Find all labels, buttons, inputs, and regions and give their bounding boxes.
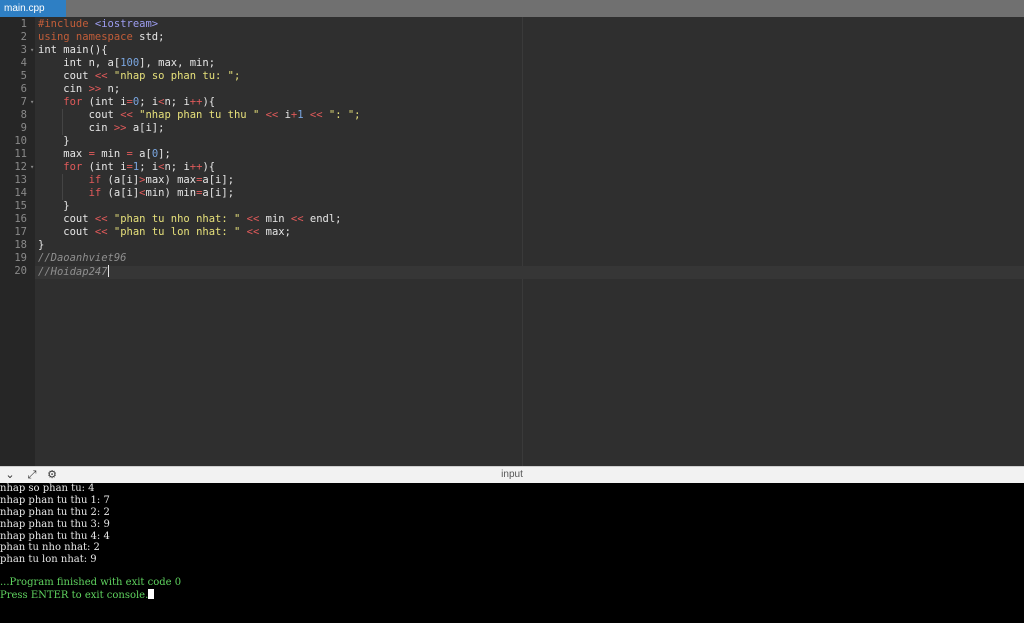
line-number: 20 — [14, 265, 27, 277]
code-line-11: max = min = a[0]; — [38, 148, 171, 160]
code-line-12: for (int i=1; i<n; i++){ — [63, 161, 216, 173]
text-cursor — [107, 265, 109, 277]
code-line-7: for (int i=0; i<n; i++){ — [63, 96, 216, 108]
tab-bar: main.cpp — [0, 0, 1024, 17]
fold-toggle-icon[interactable]: ▾ — [30, 96, 34, 109]
line-number: 1 — [20, 18, 27, 30]
code-line-5: cout << "nhap so phan tu: "; — [38, 70, 241, 82]
console-line: nhap phan tu thu 1: 7 — [0, 495, 110, 506]
code-line-1: #include <iostream> — [38, 18, 159, 30]
line-number: 4 — [20, 57, 27, 69]
line-number: 12 — [14, 161, 27, 173]
code-line-3: int main(){ — [38, 44, 108, 56]
line-number: 14 — [14, 187, 27, 199]
line-number: 3 — [20, 44, 27, 56]
console-exit-prompt: Press ENTER to exit console. — [0, 589, 155, 602]
io-panel-header: ⌄ ⤢ ⚙ input — [0, 466, 1024, 483]
console-line: nhap so phan tu: 4 — [0, 483, 95, 494]
console-line: phan tu lon nhat: 9 — [0, 554, 97, 565]
line-number: 17 — [14, 226, 27, 238]
code-line-17: cout << "phan tu lon nhat: " << max; — [38, 226, 291, 238]
fold-toggle-icon[interactable]: ▾ — [30, 44, 34, 57]
console-line: nhap phan tu thu 3: 9 — [0, 519, 110, 530]
line-number-gutter: 1 2 3 4 5 6 7 8 9 10 11 12 13 14 15 16 1… — [0, 17, 35, 466]
console-output[interactable]: nhap so phan tu: 4 nhap phan tu thu 1: 7… — [0, 483, 1024, 623]
code-line-16: cout << "phan tu nho nhat: " << min << e… — [38, 213, 342, 225]
line-number: 15 — [14, 200, 27, 212]
line-number: 16 — [14, 213, 27, 225]
line-number: 9 — [20, 122, 27, 134]
console-cursor — [148, 589, 155, 599]
io-panel-title: input — [501, 469, 523, 480]
code-line-14: if (a[i]<min) min=a[i]; — [88, 187, 235, 199]
line-number: 8 — [20, 109, 27, 121]
line-number: 19 — [14, 252, 27, 264]
fold-toggle-icon[interactable]: ▾ — [30, 161, 34, 174]
line-number: 13 — [14, 174, 27, 186]
active-line-highlight — [35, 266, 1024, 279]
code-line-19: //Daoanhviet96 — [38, 252, 127, 264]
line-number: 7 — [20, 96, 27, 108]
code-line-13: if (a[i]>max) max=a[i]; — [88, 174, 235, 186]
code-line-2: using namespace std; — [38, 31, 165, 43]
line-number: 11 — [14, 148, 27, 160]
console-finish-message: ...Program finished with exit code 0 — [0, 577, 182, 588]
line-number: 5 — [20, 70, 27, 82]
console-line: nhap phan tu thu 2: 2 — [0, 507, 110, 518]
console-line: phan tu nho nhat: 2 — [0, 542, 100, 553]
line-number: 6 — [20, 83, 27, 95]
code-line-10: } — [38, 135, 70, 147]
print-margin — [522, 17, 523, 466]
line-number: 2 — [20, 31, 27, 43]
code-editor[interactable]: 1 2 3 4 5 6 7 8 9 10 11 12 13 14 15 16 1… — [0, 17, 1024, 466]
code-line-18: } — [38, 239, 45, 251]
line-number: 18 — [14, 239, 27, 251]
code-line-6: cin >> n; — [38, 83, 121, 95]
code-line-15: } — [38, 200, 70, 212]
code-line-20: //Hoidap247 — [38, 265, 109, 278]
tab-main-cpp[interactable]: main.cpp — [0, 0, 66, 17]
code-line-8: cout << "nhap phan tu thu " << i+1 << ":… — [38, 109, 361, 121]
line-number: 10 — [14, 135, 27, 147]
code-line-4: int n, a[100], max, min; — [38, 57, 216, 69]
code-line-9: cin >> a[i]; — [38, 122, 165, 134]
